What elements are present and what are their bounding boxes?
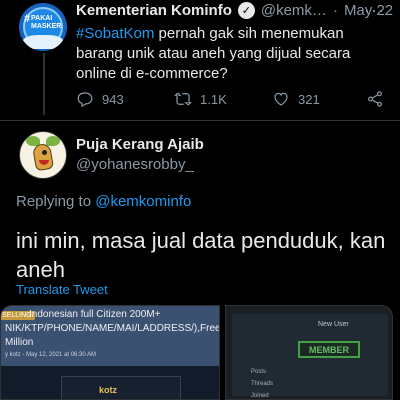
verified-badge-icon: ✓ [237,2,255,19]
reply-button[interactable]: 943 [76,90,124,108]
tweet-media: SELLING Indonesian full Citizen 200M+ NI… [0,305,400,400]
mention-link[interactable]: @kemkominfo [95,193,191,210]
seller-username: kotz [99,385,117,395]
share-icon [368,91,382,107]
new-user-label: New User [318,321,349,328]
tweet-actions: 943 1.1K 321 [76,90,386,112]
more-options-icon[interactable]: ··· [364,0,385,21]
parent-author-handle[interactable]: @kemk… [261,2,327,19]
avatar-leaf-right [46,136,60,146]
heart-icon [274,92,288,106]
author-handle[interactable]: @yohanesrobby_ [76,156,194,173]
avatar-hash-text: # [24,13,31,25]
member-badge: MEMBER [298,341,360,358]
replying-to-line: Replying to @kemkominfo [16,193,191,210]
hashtag-link[interactable]: #SobatKom [76,25,154,42]
tweet-divider [0,120,400,121]
listing-meta: y kotz - May 12, 2021 at 06:30 AM [5,352,97,358]
avatar-character-body [31,142,55,172]
listing-fields: NIK/KTP/PHONE/NAME/MAI/LADDRESS/),Free [5,323,220,334]
translate-tweet-link[interactable]: Translate Tweet [16,282,108,297]
author-name[interactable]: Puja Kerang Ajaib [76,136,204,153]
parent-author-name[interactable]: Kementerian Kominfo [76,2,232,19]
replying-prefix: Replying to [16,193,96,210]
parent-tweet[interactable]: # PAKAI MASKER Kementerian Kominfo ✓ @ke… [0,0,400,126]
listing-line-2: Million [5,337,34,348]
parent-tweet-text: #SobatKom pernah gak sih menemukan baran… [76,24,386,84]
puja-kerang-avatar[interactable] [19,131,67,179]
retweet-icon [174,92,192,106]
like-count: 321 [298,91,320,107]
reply-icon [77,92,93,108]
stat-joined: Joined [251,393,269,399]
stat-threads: Threads [251,381,274,387]
media-image-left[interactable]: SELLING Indonesian full Citizen 200M+ NI… [0,305,220,400]
retweet-button[interactable]: 1.1K [174,90,227,108]
media-image-right[interactable]: New User MEMBER Posts Threads Joined [225,305,393,400]
parent-tweet-header: Kementerian Kominfo ✓ @kemk… · May 22 [76,2,393,19]
kominfo-avatar[interactable]: # PAKAI MASKER [19,3,67,51]
tweet-text: ini min, masa jual data penduduk, kan an… [16,228,386,282]
retweet-count: 1.1K [200,91,227,107]
share-button[interactable] [366,90,384,108]
seller-card [61,376,181,399]
avatar-logo-text: PAKAI MASKER [31,15,62,30]
avatar-wave [23,35,63,49]
listing-title: Indonesian full Citizen 200M+ [29,309,161,320]
avatar-eye [42,150,47,155]
separator-dot: · [332,2,338,19]
stat-posts: Posts [251,369,267,375]
like-button[interactable]: 321 [272,90,320,108]
thread-line [43,53,45,115]
reply-count: 943 [102,91,124,107]
